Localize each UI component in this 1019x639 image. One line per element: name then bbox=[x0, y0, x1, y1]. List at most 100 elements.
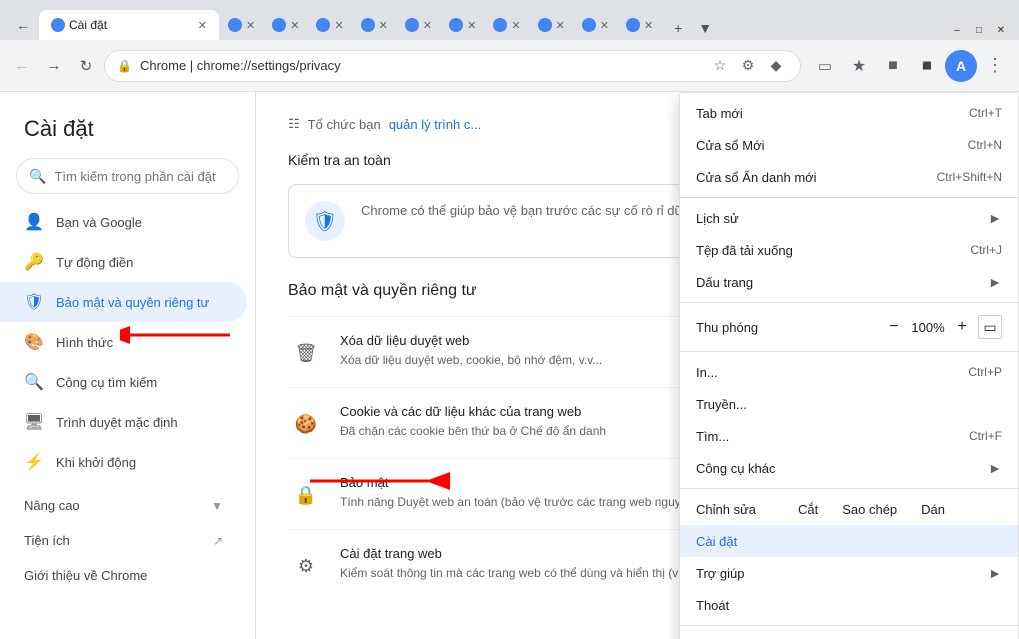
tab-close-9[interactable]: ✕ bbox=[556, 19, 565, 32]
downloads-shortcut: Ctrl+J bbox=[970, 243, 1002, 257]
find-shortcut: Ctrl+F bbox=[969, 429, 1002, 443]
cast-label: Truyền... bbox=[696, 397, 747, 412]
edit-label: Chỉnh sửa bbox=[696, 502, 786, 517]
menu-item-exit[interactable]: Thoát bbox=[680, 589, 1018, 621]
incognito-label: Cửa sổ Ẩn danh mới bbox=[696, 170, 817, 185]
refresh-button[interactable]: ↻ bbox=[72, 52, 100, 80]
tab-favicon-2 bbox=[228, 18, 242, 32]
address-bar: ← → ↻ 🔒 Chrome | chrome://settings/priva… bbox=[0, 40, 1019, 92]
menu-item-history[interactable]: Lịch sử ► bbox=[680, 202, 1018, 234]
sidebar-item-privacy[interactable]: 🛡 Bảo mật và quyền riêng tư bbox=[0, 282, 247, 322]
bookmark-icon[interactable]: ☆ bbox=[708, 54, 732, 78]
sidebar-item-default-browser[interactable]: 🖥 Trình duyệt mặc định bbox=[0, 402, 247, 442]
palette-icon: 🎨 bbox=[24, 332, 44, 352]
sidebar-item-label: Trình duyệt mặc định bbox=[56, 415, 178, 430]
zoom-control: − 100% + ▭ bbox=[882, 315, 1002, 339]
settings-search[interactable]: 🔍 bbox=[16, 158, 239, 194]
tab-close-10[interactable]: ✕ bbox=[600, 19, 609, 32]
expand-icon: ▼ bbox=[211, 499, 223, 513]
tab-close-11[interactable]: ✕ bbox=[644, 19, 653, 32]
window-controls: – □ ✕ bbox=[947, 20, 1011, 40]
menu-item-new-window[interactable]: Cửa sổ Mới Ctrl+N bbox=[680, 129, 1018, 161]
history-arrow: ► bbox=[988, 210, 1002, 226]
menu-item-bookmarks[interactable]: Dấu trang ► bbox=[680, 266, 1018, 298]
paste-label[interactable]: Dán bbox=[909, 498, 957, 521]
sidebar-item-extensions[interactable]: Tiện ích ↗ bbox=[0, 523, 247, 558]
menu-item-incognito[interactable]: Cửa sổ Ẩn danh mới Ctrl+Shift+N bbox=[680, 161, 1018, 193]
fullscreen-button[interactable]: ▭ bbox=[978, 315, 1002, 339]
sidebar-item-autofill[interactable]: 🔑 Tự động điền bbox=[0, 242, 247, 282]
tab-close[interactable]: ✕ bbox=[198, 19, 207, 32]
tab-close-4[interactable]: ✕ bbox=[334, 19, 343, 32]
copy-label[interactable]: Sao chép bbox=[830, 498, 909, 521]
extension-icon[interactable]: ◆ bbox=[764, 54, 788, 78]
tab-3[interactable]: ✕ bbox=[264, 10, 307, 40]
menu-button[interactable]: ⋮ bbox=[979, 50, 1011, 82]
tab-7[interactable]: ✕ bbox=[441, 10, 484, 40]
tab-active[interactable]: Cài đặt ✕ bbox=[39, 10, 219, 40]
tab-close-8[interactable]: ✕ bbox=[511, 19, 520, 32]
tab-9[interactable]: ✕ bbox=[530, 10, 573, 40]
incognito-shortcut: Ctrl+Shift+N bbox=[937, 170, 1002, 184]
tab-close-3[interactable]: ✕ bbox=[290, 19, 299, 32]
sidebar-item-on-startup[interactable]: ⚡ Khi khởi động bbox=[0, 442, 247, 482]
extension-puzzle-icon[interactable]: ■ bbox=[877, 50, 909, 82]
menu-item-find[interactable]: Tìm... Ctrl+F bbox=[680, 420, 1018, 452]
omnibox[interactable]: 🔒 Chrome | chrome://settings/privacy ☆ ⚙… bbox=[104, 50, 801, 82]
menu-item-downloads[interactable]: Tệp đã tải xuống Ctrl+J bbox=[680, 234, 1018, 266]
more-tools-label: Công cụ khác bbox=[696, 461, 776, 476]
tab-2[interactable]: ✕ bbox=[220, 10, 263, 40]
menu-item-org[interactable]: ☷ Do tổ chức của bạn quản lý bbox=[680, 630, 1018, 639]
tab-8[interactable]: ✕ bbox=[485, 10, 528, 40]
more-tools-arrow: ► bbox=[988, 460, 1002, 476]
tab-close-6[interactable]: ✕ bbox=[423, 19, 432, 32]
history-label: Lịch sử bbox=[696, 211, 739, 226]
tab-5[interactable]: ✕ bbox=[353, 10, 396, 40]
menu-item-new-tab[interactable]: Tab mới Ctrl+T bbox=[680, 97, 1018, 129]
back-button[interactable]: ← bbox=[8, 52, 36, 80]
extensions-icon[interactable]: ◾ bbox=[911, 50, 943, 82]
tab-10[interactable]: ✕ bbox=[574, 10, 617, 40]
new-tab-button[interactable]: + bbox=[666, 16, 690, 40]
cast-icon[interactable]: ▭ bbox=[809, 50, 841, 82]
menu-item-settings[interactable]: Cài đặt bbox=[680, 525, 1018, 557]
divider-3 bbox=[680, 351, 1018, 352]
sidebar-item-search-engine[interactable]: 🔍 Công cụ tìm kiếm bbox=[0, 362, 247, 402]
minimize-button[interactable]: – bbox=[947, 20, 967, 40]
menu-item-help[interactable]: Trợ giúp ► bbox=[680, 557, 1018, 589]
zoom-in-button[interactable]: + bbox=[950, 315, 974, 339]
maximize-button[interactable]: □ bbox=[969, 20, 989, 40]
sidebar-item-about[interactable]: Giới thiệu về Chrome bbox=[0, 558, 247, 593]
tab-close-2[interactable]: ✕ bbox=[246, 19, 255, 32]
profile-button[interactable]: A bbox=[945, 50, 977, 82]
cut-label[interactable]: Cắt bbox=[786, 498, 830, 521]
org-link[interactable]: quản lý trình c... bbox=[389, 117, 482, 132]
tab-favicon-11 bbox=[626, 18, 640, 32]
tab-back[interactable]: ← bbox=[8, 10, 38, 40]
bookmark-star-icon[interactable]: ★ bbox=[843, 50, 875, 82]
tab-favicon-5 bbox=[361, 18, 375, 32]
zoom-out-button[interactable]: − bbox=[882, 315, 906, 339]
sidebar-item-appearance[interactable]: 🎨 Hình thức bbox=[0, 322, 247, 362]
tab-close-5[interactable]: ✕ bbox=[379, 19, 388, 32]
sidebar-item-label: Khi khởi động bbox=[56, 455, 136, 470]
tab-6[interactable]: ✕ bbox=[397, 10, 440, 40]
close-button[interactable]: ✕ bbox=[991, 20, 1011, 40]
tab-close-7[interactable]: ✕ bbox=[467, 19, 476, 32]
sidebar-item-label: Tự động điền bbox=[56, 255, 133, 270]
tab-4[interactable]: ✕ bbox=[308, 10, 351, 40]
menu-item-more-tools[interactable]: Công cụ khác ► bbox=[680, 452, 1018, 484]
menu-item-cast[interactable]: Truyền... bbox=[680, 388, 1018, 420]
sidebar-item-you-and-google[interactable]: 👤 Bạn và Google bbox=[0, 202, 247, 242]
tab-11[interactable]: ✕ bbox=[618, 10, 661, 40]
bookmarks-label: Dấu trang bbox=[696, 275, 753, 290]
tab-scroll-button[interactable]: ▼ bbox=[693, 16, 717, 40]
performance-icon[interactable]: ⚙ bbox=[736, 54, 760, 78]
forward-button[interactable]: → bbox=[40, 52, 68, 80]
lock-icon: 🔒 bbox=[288, 477, 324, 513]
sidebar-item-advanced[interactable]: Nâng cao ▼ bbox=[0, 482, 247, 523]
tab-favicon-10 bbox=[582, 18, 596, 32]
sidebar-item-label: Bạn và Google bbox=[56, 215, 142, 230]
menu-item-print[interactable]: In... Ctrl+P bbox=[680, 356, 1018, 388]
search-input[interactable] bbox=[54, 169, 230, 184]
